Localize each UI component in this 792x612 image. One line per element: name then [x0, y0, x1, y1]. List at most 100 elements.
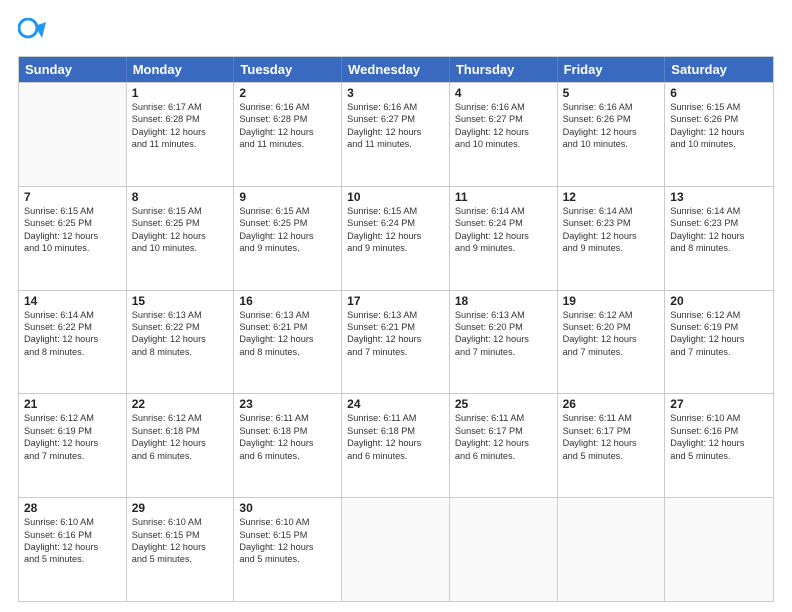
cell-line: Sunset: 6:23 PM	[670, 217, 768, 229]
cell-line: Daylight: 12 hours	[24, 230, 121, 242]
calendar-cell	[342, 498, 450, 601]
cell-line: Sunrise: 6:13 AM	[455, 309, 552, 321]
calendar-cell	[19, 83, 127, 186]
cell-line: Daylight: 12 hours	[563, 126, 660, 138]
calendar-cell: 20Sunrise: 6:12 AMSunset: 6:19 PMDayligh…	[665, 291, 773, 394]
cell-line: Sunset: 6:18 PM	[347, 425, 444, 437]
cell-line: Sunrise: 6:11 AM	[563, 412, 660, 424]
calendar-cell	[450, 498, 558, 601]
cell-line: Sunset: 6:26 PM	[563, 113, 660, 125]
cell-line: Sunrise: 6:15 AM	[24, 205, 121, 217]
calendar-cell: 23Sunrise: 6:11 AMSunset: 6:18 PMDayligh…	[234, 394, 342, 497]
cell-line: and 5 minutes.	[670, 450, 768, 462]
cell-line: Sunset: 6:21 PM	[239, 321, 336, 333]
day-number: 29	[132, 501, 229, 515]
cell-line: Sunrise: 6:16 AM	[239, 101, 336, 113]
cell-line: Sunset: 6:24 PM	[455, 217, 552, 229]
cell-line: Daylight: 12 hours	[24, 437, 121, 449]
cell-line: Sunset: 6:27 PM	[347, 113, 444, 125]
calendar-cell: 9Sunrise: 6:15 AMSunset: 6:25 PMDaylight…	[234, 187, 342, 290]
cell-line: Sunrise: 6:12 AM	[132, 412, 229, 424]
day-number: 23	[239, 397, 336, 411]
weekday-header: Tuesday	[234, 57, 342, 82]
cell-line: Sunset: 6:17 PM	[563, 425, 660, 437]
cell-line: Daylight: 12 hours	[132, 333, 229, 345]
calendar-cell: 25Sunrise: 6:11 AMSunset: 6:17 PMDayligh…	[450, 394, 558, 497]
day-number: 16	[239, 294, 336, 308]
cell-line: Daylight: 12 hours	[347, 333, 444, 345]
calendar-cell: 14Sunrise: 6:14 AMSunset: 6:22 PMDayligh…	[19, 291, 127, 394]
day-number: 12	[563, 190, 660, 204]
weekday-header: Monday	[127, 57, 235, 82]
calendar-cell: 24Sunrise: 6:11 AMSunset: 6:18 PMDayligh…	[342, 394, 450, 497]
cell-line: Daylight: 12 hours	[132, 126, 229, 138]
calendar-cell: 21Sunrise: 6:12 AMSunset: 6:19 PMDayligh…	[19, 394, 127, 497]
cell-line: Daylight: 12 hours	[347, 230, 444, 242]
calendar-body: 1Sunrise: 6:17 AMSunset: 6:28 PMDaylight…	[19, 82, 773, 601]
day-number: 27	[670, 397, 768, 411]
cell-line: Sunrise: 6:12 AM	[563, 309, 660, 321]
cell-line: and 9 minutes.	[455, 242, 552, 254]
calendar-cell: 7Sunrise: 6:15 AMSunset: 6:25 PMDaylight…	[19, 187, 127, 290]
cell-line: Sunrise: 6:16 AM	[455, 101, 552, 113]
calendar-cell	[558, 498, 666, 601]
cell-line: and 10 minutes.	[563, 138, 660, 150]
calendar-cell: 10Sunrise: 6:15 AMSunset: 6:24 PMDayligh…	[342, 187, 450, 290]
calendar-cell: 4Sunrise: 6:16 AMSunset: 6:27 PMDaylight…	[450, 83, 558, 186]
day-number: 26	[563, 397, 660, 411]
day-number: 14	[24, 294, 121, 308]
day-number: 4	[455, 86, 552, 100]
cell-line: Sunset: 6:18 PM	[239, 425, 336, 437]
cell-line: Daylight: 12 hours	[132, 437, 229, 449]
cell-line: Daylight: 12 hours	[347, 126, 444, 138]
weekday-header: Friday	[558, 57, 666, 82]
cell-line: Sunset: 6:20 PM	[455, 321, 552, 333]
calendar-cell	[665, 498, 773, 601]
day-number: 6	[670, 86, 768, 100]
cell-line: and 8 minutes.	[24, 346, 121, 358]
cell-line: Sunrise: 6:10 AM	[24, 516, 121, 528]
cell-line: and 7 minutes.	[563, 346, 660, 358]
weekday-header: Sunday	[19, 57, 127, 82]
cell-line: Sunrise: 6:15 AM	[239, 205, 336, 217]
cell-line: Daylight: 12 hours	[24, 541, 121, 553]
calendar-cell: 3Sunrise: 6:16 AMSunset: 6:27 PMDaylight…	[342, 83, 450, 186]
day-number: 5	[563, 86, 660, 100]
cell-line: and 5 minutes.	[24, 553, 121, 565]
cell-line: and 11 minutes.	[239, 138, 336, 150]
calendar-cell: 13Sunrise: 6:14 AMSunset: 6:23 PMDayligh…	[665, 187, 773, 290]
calendar-cell: 30Sunrise: 6:10 AMSunset: 6:15 PMDayligh…	[234, 498, 342, 601]
calendar-cell: 15Sunrise: 6:13 AMSunset: 6:22 PMDayligh…	[127, 291, 235, 394]
cell-line: and 11 minutes.	[132, 138, 229, 150]
cell-line: Sunrise: 6:16 AM	[347, 101, 444, 113]
cell-line: and 9 minutes.	[347, 242, 444, 254]
cell-line: Sunrise: 6:14 AM	[455, 205, 552, 217]
cell-line: Daylight: 12 hours	[670, 230, 768, 242]
calendar-cell: 6Sunrise: 6:15 AMSunset: 6:26 PMDaylight…	[665, 83, 773, 186]
calendar-row: 7Sunrise: 6:15 AMSunset: 6:25 PMDaylight…	[19, 186, 773, 290]
cell-line: and 6 minutes.	[132, 450, 229, 462]
cell-line: Sunset: 6:17 PM	[455, 425, 552, 437]
day-number: 11	[455, 190, 552, 204]
calendar-row: 14Sunrise: 6:14 AMSunset: 6:22 PMDayligh…	[19, 290, 773, 394]
cell-line: and 7 minutes.	[347, 346, 444, 358]
cell-line: Daylight: 12 hours	[239, 541, 336, 553]
cell-line: Sunrise: 6:13 AM	[239, 309, 336, 321]
cell-line: Daylight: 12 hours	[347, 437, 444, 449]
cell-line: Sunrise: 6:16 AM	[563, 101, 660, 113]
calendar-cell: 1Sunrise: 6:17 AMSunset: 6:28 PMDaylight…	[127, 83, 235, 186]
calendar-cell: 29Sunrise: 6:10 AMSunset: 6:15 PMDayligh…	[127, 498, 235, 601]
cell-line: Daylight: 12 hours	[239, 230, 336, 242]
cell-line: Sunset: 6:28 PM	[239, 113, 336, 125]
cell-line: Sunset: 6:19 PM	[24, 425, 121, 437]
day-number: 30	[239, 501, 336, 515]
calendar: SundayMondayTuesdayWednesdayThursdayFrid…	[18, 56, 774, 602]
day-number: 28	[24, 501, 121, 515]
calendar-cell: 2Sunrise: 6:16 AMSunset: 6:28 PMDaylight…	[234, 83, 342, 186]
cell-line: and 8 minutes.	[239, 346, 336, 358]
day-number: 7	[24, 190, 121, 204]
cell-line: Sunrise: 6:13 AM	[347, 309, 444, 321]
cell-line: Sunset: 6:22 PM	[132, 321, 229, 333]
cell-line: Daylight: 12 hours	[670, 437, 768, 449]
calendar-header-row: SundayMondayTuesdayWednesdayThursdayFrid…	[19, 57, 773, 82]
